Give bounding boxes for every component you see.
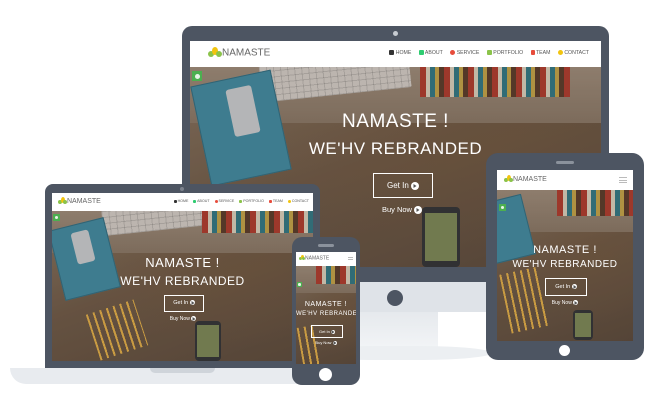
laptop-logo[interactable]: NAMASTE <box>58 197 101 205</box>
brand-name: NAMASTE <box>305 255 330 262</box>
tablet-navbar: NAMASTE <box>497 170 633 190</box>
phone-navbar: NAMASTE <box>296 252 356 266</box>
service-icon <box>450 50 456 56</box>
nav-item-team[interactable]: TEAM <box>268 199 283 203</box>
team-icon <box>268 199 272 203</box>
phone-speaker <box>318 244 334 247</box>
tablet-hero-title: NAMASTE ! <box>533 244 597 256</box>
brand-name: NAMASTE <box>513 175 547 183</box>
laptop-badge-icon <box>53 214 60 221</box>
phone-buy-now-button[interactable]: Buy Now <box>311 340 341 345</box>
team-icon <box>530 50 535 56</box>
laptop-screen: NAMASTE HOME ABOUT SERVICE PORTFOLIO TEA… <box>52 193 313 361</box>
phone-hero-subtitle: WE'HV REBRANDED <box>296 311 356 317</box>
tablet-device: NAMASTE NAMASTE ! WE'HV REBRANDED Get In… <box>486 153 644 360</box>
tablet-speaker <box>556 161 574 164</box>
arrow-right-icon <box>411 181 420 190</box>
laptop-camera <box>180 187 184 191</box>
service-icon <box>214 199 218 203</box>
arrow-right-icon <box>189 300 195 306</box>
phone-device: NAMASTE NAMASTE ! WE'HV REBRANDED Get In… <box>292 237 360 385</box>
menu-toggle-icon[interactable] <box>619 177 627 183</box>
tablet-hero-subtitle: WE'HV REBRANDED <box>512 259 618 270</box>
lotus-logo-icon <box>58 197 67 205</box>
laptop-hero-subtitle: WE'HV REBRANDED <box>120 274 245 288</box>
phone-get-in-button[interactable]: Get In <box>311 325 343 338</box>
nav-item-portfolio[interactable]: PORTFOLIO <box>239 199 264 203</box>
phone-hero-title: NAMASTE ! <box>304 301 348 308</box>
tablet-screen: NAMASTE NAMASTE ! WE'HV REBRANDED Get In… <box>497 170 633 341</box>
arrow-right-icon <box>571 284 577 290</box>
laptop-navbar: NAMASTE HOME ABOUT SERVICE PORTFOLIO TEA… <box>52 193 313 211</box>
desktop-logo[interactable]: NAMASTE <box>208 47 270 59</box>
phone-screen: NAMASTE NAMASTE ! WE'HV REBRANDED Get In… <box>296 252 356 364</box>
portfolio-icon <box>486 50 492 56</box>
desktop-buy-now-button[interactable]: Buy Now <box>373 205 431 215</box>
contact-icon <box>287 199 291 203</box>
tablet-hero: NAMASTE ! WE'HV REBRANDED Get In Buy Now <box>497 190 633 341</box>
desktop-navbar: NAMASTE HOME ABOUT SERVICE PORTFOLIO TEA… <box>190 41 601 67</box>
laptop-device: NAMASTE HOME ABOUT SERVICE PORTFOLIO TEA… <box>45 184 320 368</box>
contact-icon <box>557 50 563 56</box>
phone-badge-icon <box>297 282 302 287</box>
desktop-power-button <box>387 290 403 306</box>
about-icon <box>418 50 424 56</box>
laptop-hero: NAMASTE ! WE'HV REBRANDED Get In Buy Now <box>52 211 313 361</box>
nav-item-service[interactable]: SERVICE <box>450 50 479 56</box>
lotus-logo-icon <box>299 255 305 261</box>
nav-item-about[interactable]: ABOUT <box>418 50 443 56</box>
laptop-nav-menu: HOME ABOUT SERVICE PORTFOLIO TEAM CONTAC… <box>170 199 309 203</box>
phone-logo[interactable]: NAMASTE <box>299 255 329 261</box>
nav-item-portfolio[interactable]: PORTFOLIO <box>486 50 523 56</box>
menu-toggle-icon[interactable] <box>348 257 353 260</box>
home-icon <box>173 199 177 203</box>
about-icon <box>193 199 197 203</box>
home-icon <box>389 50 395 56</box>
nav-item-team[interactable]: TEAM <box>530 50 550 56</box>
laptop-get-in-button[interactable]: Get In <box>164 295 204 312</box>
play-icon <box>191 316 197 322</box>
nav-item-home[interactable]: HOME <box>389 50 411 56</box>
play-icon <box>414 206 423 215</box>
desktop-get-in-button[interactable]: Get In <box>373 173 433 198</box>
play-icon <box>332 340 337 345</box>
tablet-buy-now-button[interactable]: Buy Now <box>545 300 585 306</box>
lotus-logo-icon <box>208 47 222 59</box>
desktop-badge-icon <box>192 71 202 81</box>
tablet-get-in-button[interactable]: Get In <box>545 278 587 296</box>
laptop-hero-title: NAMASTE ! <box>145 255 220 270</box>
portfolio-icon <box>239 199 243 203</box>
desktop-nav-menu: HOME ABOUT SERVICE PORTFOLIO TEAM CONTAC… <box>383 50 589 56</box>
brand-name: NAMASTE <box>222 47 271 59</box>
brand-name: NAMASTE <box>67 197 101 205</box>
tablet-logo[interactable]: NAMASTE <box>504 175 547 183</box>
arrow-right-icon <box>331 329 336 334</box>
phone-hero: NAMASTE ! WE'HV REBRANDED Get In Buy Now <box>296 266 356 364</box>
tablet-home-button <box>559 345 570 356</box>
desktop-camera <box>393 31 398 36</box>
nav-item-contact[interactable]: CONTACT <box>557 50 589 56</box>
laptop-buy-now-button[interactable]: Buy Now <box>164 316 202 322</box>
phone-home-button <box>319 368 332 381</box>
play-icon <box>573 300 579 306</box>
lotus-logo-icon <box>504 175 513 183</box>
nav-item-about[interactable]: ABOUT <box>193 199 210 203</box>
nav-item-service[interactable]: SERVICE <box>214 199 234 203</box>
desktop-hero-title: NAMASTE ! <box>342 111 449 132</box>
nav-item-home[interactable]: HOME <box>173 199 188 203</box>
tablet-badge-icon <box>499 204 506 211</box>
nav-item-contact[interactable]: CONTACT <box>287 199 309 203</box>
